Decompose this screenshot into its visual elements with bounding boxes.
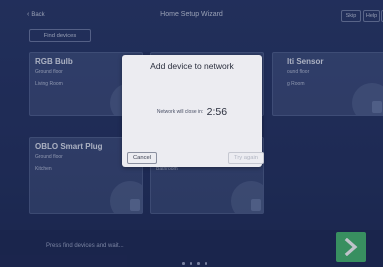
countdown-value: 2:56 <box>206 106 228 118</box>
countdown-text: Network will close in: 2:56 <box>122 106 262 118</box>
add-device-dialog: Add device to network Network will close… <box>122 55 264 167</box>
try-again-button[interactable]: Try again <box>228 152 264 164</box>
dialog-title: Add device to network <box>150 61 234 71</box>
cancel-button[interactable]: Cancel <box>127 152 157 164</box>
countdown-label: Network will close in: <box>156 109 204 115</box>
